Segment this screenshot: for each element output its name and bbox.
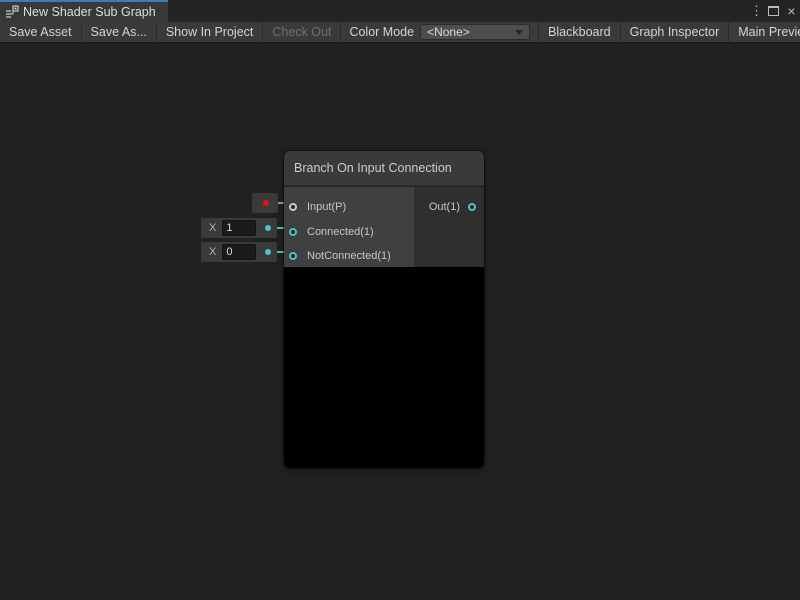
connected-value-field[interactable] (222, 220, 256, 236)
out-port-icon[interactable] (468, 203, 476, 211)
port-row-input-p: Input(P) (289, 197, 346, 217)
connected-default-widget: X (201, 218, 277, 238)
teal-port-dot-icon (265, 249, 271, 255)
notconnected-label: NotConnected(1) (307, 250, 391, 262)
x-axis-label: X (209, 222, 216, 234)
main-preview-button[interactable]: Main Preview (728, 22, 800, 42)
save-as-button[interactable]: Save As... (82, 22, 157, 42)
teal-port-dot-icon (265, 225, 271, 231)
color-mode-dropdown[interactable]: <None> (420, 24, 530, 40)
tab-title: New Shader Sub Graph (23, 5, 156, 19)
notconnected-default-widget: X (201, 242, 277, 262)
graph-inspector-button[interactable]: Graph Inspector (620, 22, 729, 42)
x-axis-label: X (209, 246, 216, 258)
toolbar-right-group: Color Mode <None> Blackboard Graph Inspe… (341, 22, 800, 42)
more-icon[interactable]: ⋮ (750, 0, 762, 22)
node-preview (284, 267, 484, 468)
check-out-button: Check Out (263, 22, 341, 42)
chevron-down-icon (515, 30, 523, 35)
input-p-default-widget (252, 193, 278, 213)
node-branch-on-input-connection[interactable]: Branch On Input Connection Input(P) Conn… (284, 151, 484, 468)
sub-graph-icon (5, 5, 19, 19)
notconnected-value-field[interactable] (222, 244, 256, 260)
port-row-connected: Connected(1) (289, 222, 374, 242)
node-input-ports: Input(P) Connected(1) NotConnected(1) (284, 187, 414, 267)
save-asset-button[interactable]: Save Asset (0, 22, 82, 42)
blackboard-button[interactable]: Blackboard (538, 22, 620, 42)
tab-bar: New Shader Sub Graph ⋮ × (0, 0, 800, 22)
connected-label: Connected(1) (307, 226, 374, 238)
color-mode-label: Color Mode (341, 22, 420, 42)
window-controls: ⋮ × (750, 0, 798, 22)
out-label: Out(1) (429, 201, 460, 213)
graph-toolbar: Save Asset Save As... Show In Project Ch… (0, 22, 800, 43)
graph-canvas[interactable]: X X Branch On Input Connection Input(P) … (0, 44, 800, 600)
notconnected-port-icon[interactable] (289, 252, 297, 260)
port-row-notconnected: NotConnected(1) (289, 246, 391, 266)
maximize-icon[interactable] (768, 6, 779, 16)
node-output-ports: Out(1) (414, 187, 484, 267)
connected-port-icon[interactable] (289, 228, 297, 236)
red-port-dot-icon (263, 200, 269, 206)
input-p-label: Input(P) (307, 201, 346, 213)
tab-new-shader-sub-graph[interactable]: New Shader Sub Graph (0, 0, 168, 22)
input-p-port-icon[interactable] (289, 203, 297, 211)
color-mode-value: <None> (427, 25, 470, 39)
port-row-out: Out(1) (429, 197, 476, 217)
show-in-project-button[interactable]: Show In Project (157, 22, 264, 42)
close-icon[interactable]: × (785, 0, 798, 22)
node-title[interactable]: Branch On Input Connection (284, 151, 484, 186)
